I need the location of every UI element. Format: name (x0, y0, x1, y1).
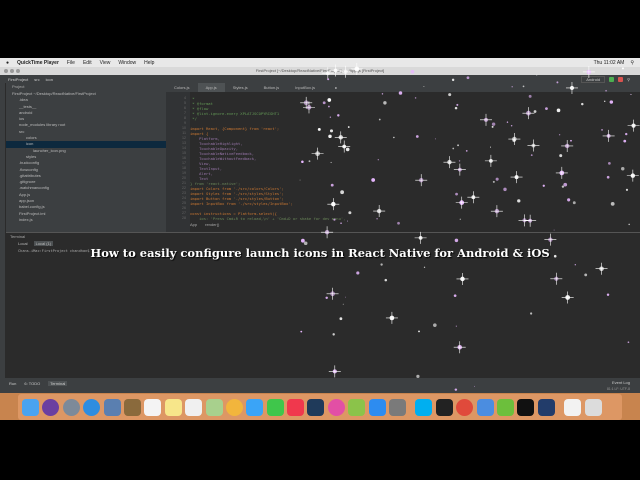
dock-preview-icon[interactable] (103, 398, 121, 416)
tree-item[interactable]: index.js (6, 217, 166, 223)
dock-system-preferences-icon[interactable] (389, 398, 407, 416)
dock-app-store-icon[interactable] (368, 398, 386, 416)
crumb-src[interactable]: src (34, 77, 39, 82)
menu-edit[interactable]: Edit (83, 60, 92, 66)
close-button[interactable] (4, 69, 8, 73)
dock-simulator-icon[interactable] (476, 398, 494, 416)
dock-photos-icon[interactable] (225, 398, 243, 416)
tab-inputbox[interactable]: InputBox.js (287, 83, 323, 92)
dock-android-studio-icon[interactable] (348, 398, 366, 416)
dock-terminal-icon[interactable] (517, 398, 535, 416)
menu-bar: ● QuickTime Player File Edit View Window… (0, 58, 640, 67)
dock-webstorm-icon[interactable] (435, 398, 453, 416)
search-icon[interactable]: ⚲ (627, 77, 630, 82)
dock-siri-icon[interactable] (42, 398, 60, 416)
tab-button[interactable]: Button.js (256, 83, 288, 92)
dock-news-icon[interactable] (287, 398, 305, 416)
dock (18, 394, 622, 420)
stop-icon[interactable] (618, 76, 624, 82)
video-caption: How to easily configure launch icons in … (90, 246, 550, 260)
tab-app[interactable]: App.js (197, 83, 225, 92)
line-numbers: 4 5 6 7 8 9 10 11 12 13 14 15 16 17 18 19 20 21 22 23 24 25 26… (166, 92, 190, 232)
project-tree: FirstProject ~/Desktop/ReactNative/First… (6, 91, 166, 223)
status-info: 81:1 LF: UTF-8 (607, 387, 630, 391)
terminal-title: Terminal (10, 234, 26, 239)
window-title: FirstProject [~/Desktop/ReactNative/Firs… (255, 68, 385, 73)
dock-messages-icon[interactable] (246, 398, 264, 416)
crumb-app[interactable]: App (190, 222, 197, 227)
editor-tabs: Colors.js App.js Styles.js Button.js Inp… (166, 83, 640, 92)
desktop: ● QuickTime Player File Edit View Window… (0, 58, 640, 420)
tab-styles[interactable]: Styles.js (225, 83, 256, 92)
tool-window-bar: Run 6: TODO Terminal Event Log 81:1 LF: UT… (0, 378, 640, 393)
menu-view[interactable]: View (100, 60, 111, 66)
menu-file[interactable]: File (67, 60, 75, 66)
code-line: ios: 'Press Cmd+R to reload,\n' + 'Cmd+D… (190, 216, 346, 221)
window-titlebar: FirstProject [~/Desktop/ReactNative/Firs… (0, 67, 640, 75)
dock-maps-icon[interactable] (205, 398, 223, 416)
code-editor[interactable]: * * @format * @flow * @lint-ignore-every… (190, 92, 630, 232)
dock-facetime-icon[interactable] (266, 398, 284, 416)
event-log-button[interactable]: Event Log (612, 380, 630, 385)
dock-android-emulator-icon[interactable] (496, 398, 514, 416)
clock[interactable]: Thu 11:02 AM (594, 60, 625, 66)
run-tool-button[interactable]: Run (9, 381, 16, 386)
dock-launchpad-icon[interactable] (62, 398, 80, 416)
menu-window[interactable]: Window (118, 60, 136, 66)
project-panel: Project FirstProject ~/Desktop/ReactNati… (6, 83, 166, 232)
dock-music-doc-icon[interactable] (564, 398, 582, 416)
minimize-button[interactable] (10, 69, 14, 73)
dock-reminders-icon[interactable] (185, 398, 203, 416)
dock-itunes-icon[interactable] (327, 398, 345, 416)
crumb-render[interactable]: render() (205, 222, 219, 227)
run-icon[interactable] (609, 76, 615, 82)
zoom-button[interactable] (16, 69, 20, 73)
dock-safari-icon[interactable] (83, 398, 101, 416)
dock-notes-icon[interactable] (164, 398, 182, 416)
project-panel-header[interactable]: Project (6, 83, 166, 91)
dock-trash-icon[interactable] (584, 398, 602, 416)
terminal-tool-button[interactable]: Terminal (48, 381, 68, 386)
apple-icon[interactable]: ● (6, 60, 9, 66)
dock-notefile-icon[interactable] (123, 398, 141, 416)
tab-colors[interactable]: Colors.js (166, 83, 198, 92)
line-number: 28 (182, 216, 186, 220)
navigation-bar: FirstProject src icon Android ⚲ (0, 75, 640, 83)
dock-skype-icon[interactable] (415, 398, 433, 416)
menu-app-name[interactable]: QuickTime Player (17, 60, 59, 66)
menu-help[interactable]: Help (144, 60, 154, 66)
search-icon[interactable]: ⚲ (630, 60, 634, 66)
dock-finder-icon[interactable] (22, 398, 39, 416)
code-breadcrumb: App render() (190, 222, 219, 227)
dock-chrome-icon[interactable] (456, 398, 474, 416)
crumb-icon[interactable]: icon (46, 77, 53, 82)
run-config-select[interactable]: Android (581, 75, 606, 83)
todo-tool-button[interactable]: 6: TODO (24, 381, 40, 386)
dock-vscode-icon[interactable] (307, 398, 325, 416)
dock-calendar-icon[interactable] (144, 398, 162, 416)
crumb-project[interactable]: FirstProject (8, 77, 28, 82)
dock-background (0, 393, 640, 420)
dock-quicktime-icon[interactable] (537, 398, 555, 416)
